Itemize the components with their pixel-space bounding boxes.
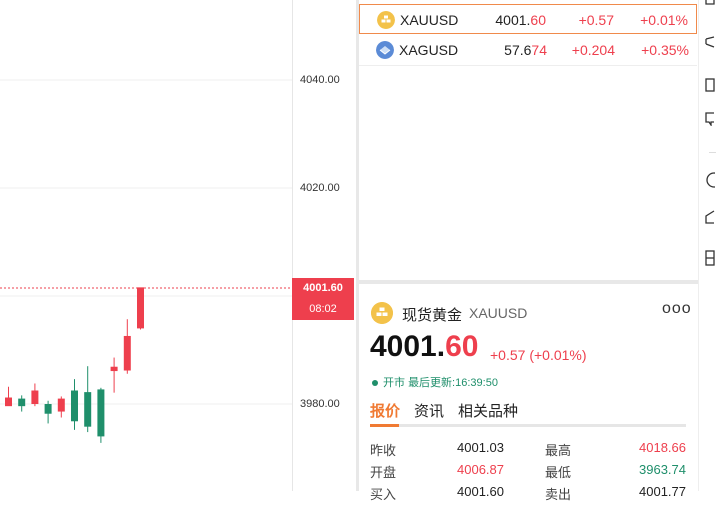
candle-body xyxy=(57,398,65,412)
watchlist-change: +0.57 xyxy=(578,12,614,28)
quote-detail-panel: 现货黄金 XAUUSD ooo 4001.60 +0.57 (+0.01%) 开… xyxy=(359,284,698,502)
toolbar-home-icon[interactable] xyxy=(705,210,715,224)
stat-value: 4006.87 xyxy=(457,462,504,477)
stat-value: 3963.74 xyxy=(639,462,686,477)
candlestick-canvas[interactable] xyxy=(0,0,292,491)
candle-body xyxy=(84,392,92,427)
tab-related[interactable]: 相关品种 xyxy=(458,403,518,420)
stat-label: 卖出 xyxy=(545,487,572,502)
watchlist-row-xauusd[interactable]: XAUUSD 4001.60 +0.57 +0.01% xyxy=(359,4,697,34)
toolbar-draw-icon[interactable] xyxy=(705,36,715,48)
axis-tick-label: 4020.00 xyxy=(300,182,340,194)
gold-icon xyxy=(371,302,393,324)
candle-body xyxy=(71,390,78,422)
current-price-tag: 4001.60 08:02 xyxy=(292,278,354,320)
gold-icon xyxy=(377,11,395,29)
candle-body xyxy=(123,335,131,371)
stat-label: 买入 xyxy=(370,487,397,502)
candle-body xyxy=(18,398,26,407)
toolbar-tool-icon[interactable] xyxy=(705,0,715,10)
instrument-name: 现货黄金 xyxy=(402,307,463,324)
axis-tick-label: 4040.00 xyxy=(300,74,340,86)
tab-active-indicator xyxy=(370,424,399,427)
watchlist-symbol: XAUUSD xyxy=(400,12,459,28)
tab-quote[interactable]: 报价 xyxy=(370,403,400,420)
market-status: 开市 最后更新:16:39:50 xyxy=(372,374,498,390)
stat-value: 4018.66 xyxy=(639,440,686,455)
stat-label: 开盘 xyxy=(370,465,397,480)
detail-tabs: 报价 资讯 相关品种 xyxy=(370,400,532,421)
candlestick-chart[interactable] xyxy=(0,0,292,491)
candle-body xyxy=(31,390,39,404)
quote-stats: 昨收 4001.03 最高 4018.66 开盘 4006.87 最低 3963… xyxy=(370,440,686,506)
silver-icon xyxy=(376,41,394,59)
stats-row: 昨收 4001.03 最高 4018.66 xyxy=(370,440,686,462)
more-options-icon[interactable]: ooo xyxy=(662,300,692,318)
right-toolbar xyxy=(698,0,716,491)
stat-label: 最高 xyxy=(545,443,572,458)
candle-body xyxy=(110,366,118,372)
candle-body xyxy=(5,397,12,407)
price-change: +0.57 (+0.01%) xyxy=(490,347,587,363)
instrument-code: XAUUSD xyxy=(469,305,528,321)
stat-value: 4001.60 xyxy=(457,484,504,499)
watchlist-percent: +0.01% xyxy=(640,12,688,28)
current-price: 4001.60 xyxy=(370,330,479,363)
watchlist-row-xagusd[interactable]: XAGUSD 57.674 +0.204 +0.35% xyxy=(359,35,697,66)
status-dot-icon xyxy=(372,380,378,387)
toolbar-alert-icon[interactable] xyxy=(705,172,715,188)
toolbar-comment-icon[interactable] xyxy=(705,112,715,126)
stats-row: 买入 4001.60 卖出 4001.77 xyxy=(370,484,686,506)
stats-row: 开盘 4006.87 最低 3963.74 xyxy=(370,462,686,484)
tab-news[interactable]: 资讯 xyxy=(414,403,444,420)
axis-tick-label: 3980.00 xyxy=(300,398,340,410)
tab-underline xyxy=(370,424,686,427)
stat-label: 昨收 xyxy=(370,443,397,458)
watchlist-price: 57.674 xyxy=(504,42,547,58)
current-price-time: 08:02 xyxy=(309,303,337,315)
candle-body xyxy=(44,404,52,414)
stat-value: 4001.77 xyxy=(639,484,686,499)
candle-body xyxy=(137,287,144,329)
watchlist-symbol: XAGUSD xyxy=(399,42,459,58)
candle-body xyxy=(97,389,105,437)
stat-value: 4001.03 xyxy=(457,440,504,455)
toolbar-panel-icon[interactable] xyxy=(705,78,715,92)
watchlist-price: 4001.60 xyxy=(495,12,546,28)
toolbar-divider xyxy=(709,152,716,153)
toolbar-layout-icon[interactable] xyxy=(705,250,715,266)
watchlist: XAUUSD 4001.60 +0.57 +0.01% XAGUSD 57.67… xyxy=(359,0,698,282)
current-price-value: 4001.60 xyxy=(303,282,343,294)
price-axis: 4040.00 4020.00 3980.00 xyxy=(292,0,357,491)
stat-label: 最低 xyxy=(545,465,572,480)
watchlist-percent: +0.35% xyxy=(641,42,689,58)
watchlist-change: +0.204 xyxy=(571,42,615,58)
